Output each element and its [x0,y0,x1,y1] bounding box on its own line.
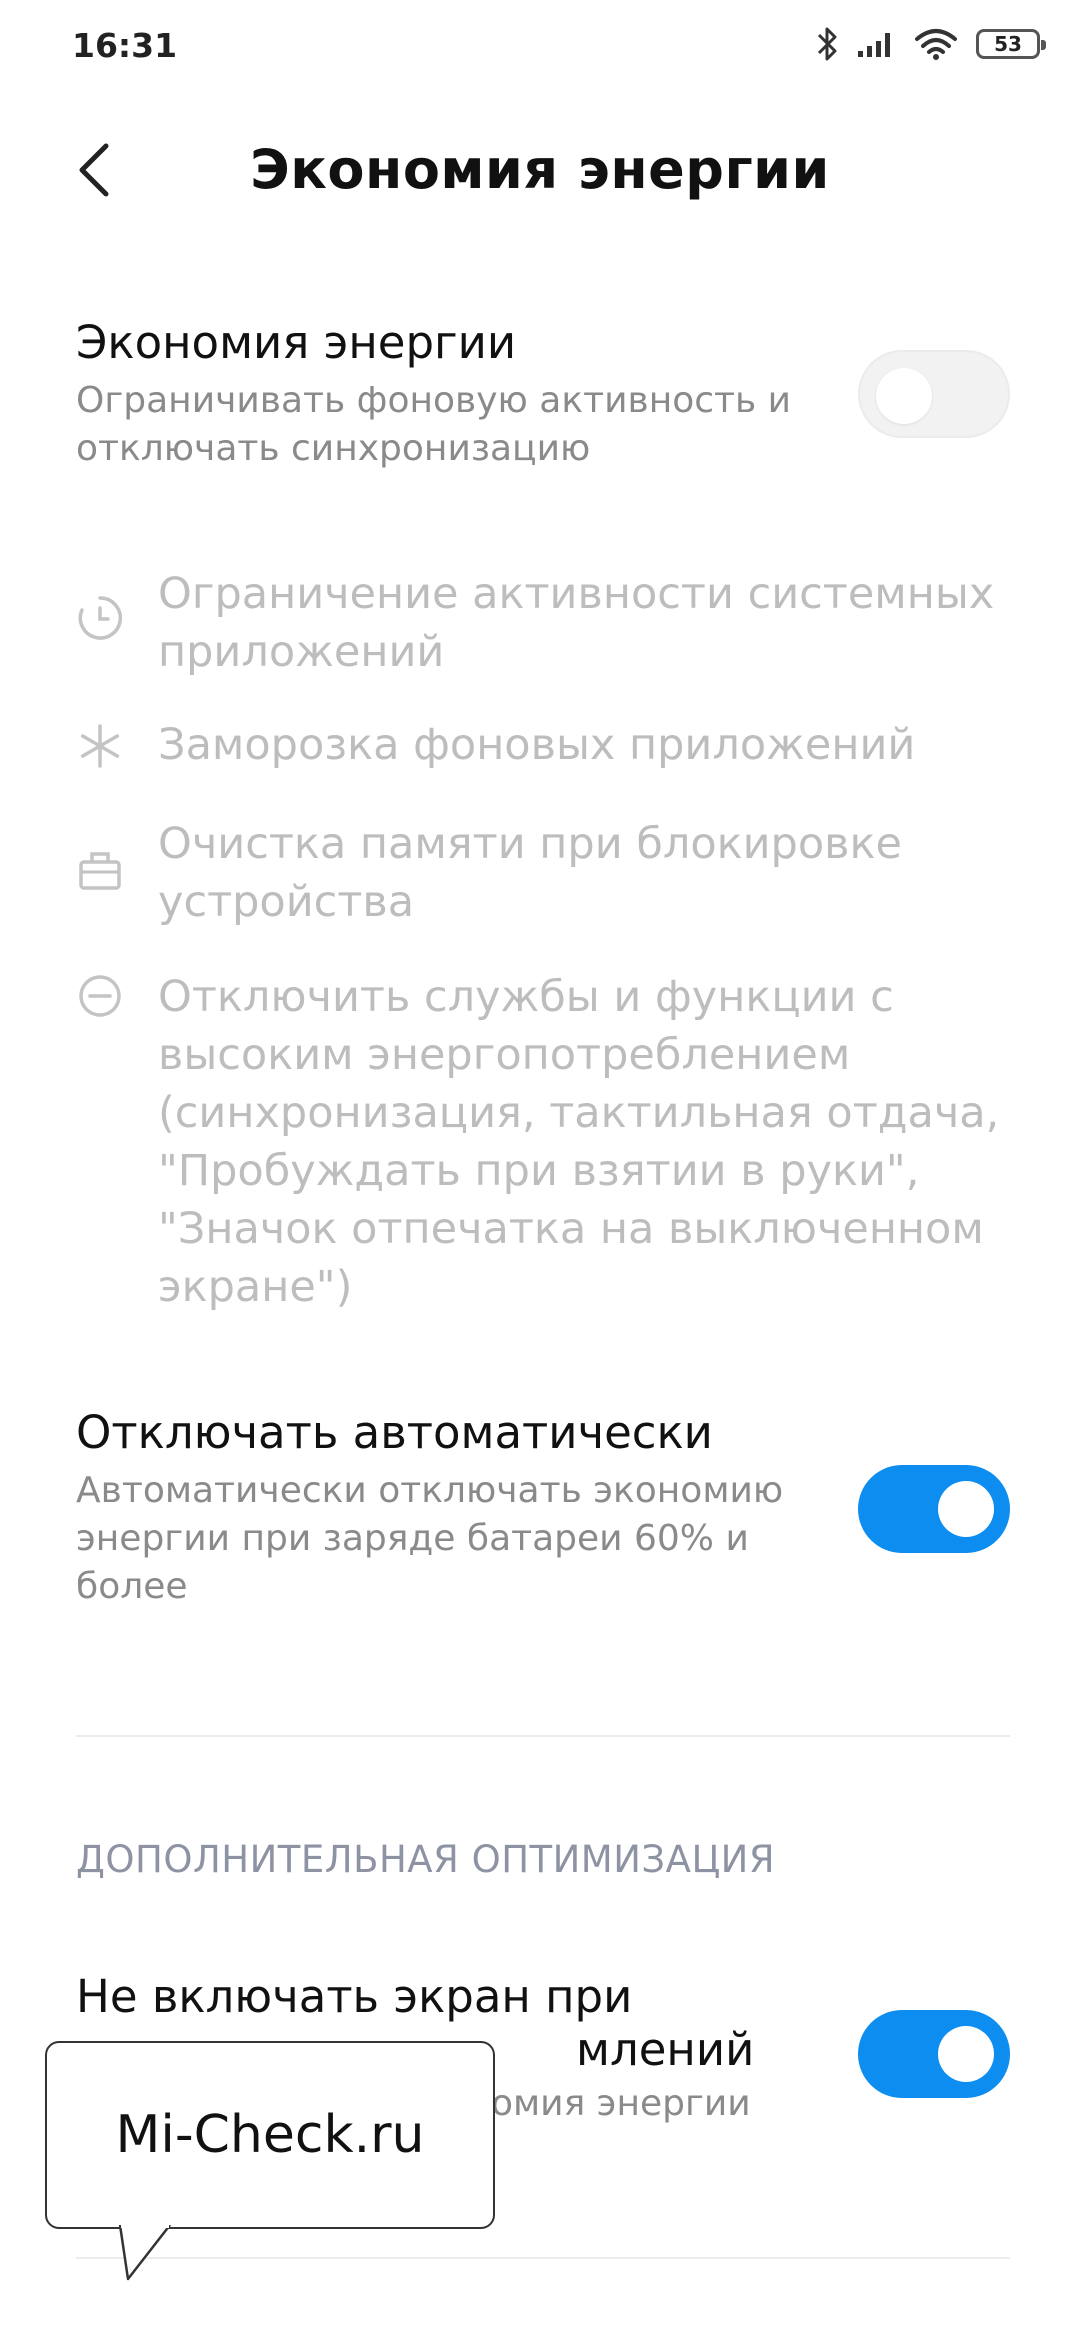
feature-line: "Пробуждать при взятии в руки", [158,1146,920,1196]
setting-title: Отключать автоматически [76,1406,713,1459]
feature-line: "Значок отпечатка на выключенном [158,1204,984,1254]
clock-icon [78,596,123,640]
status-icons: 53 [816,26,1046,62]
power-saving-toggle[interactable] [858,350,1010,438]
toggle-knob [876,368,932,424]
divider [76,2257,1010,2259]
watermark-bubble: Mi-Check.ru [45,2041,495,2229]
wifi-icon [915,29,957,60]
setting-auto-disable[interactable]: Отключать автоматически Автоматически от… [76,1406,856,1611]
feature-line: Отключить службы и функции с [158,972,894,1022]
auto-disable-toggle[interactable] [858,1465,1010,1553]
feature-item: Очистка памяти при блокировке устройства [158,815,1018,931]
feature-line: устройства [158,877,415,927]
desc-line: Ограничивать фоновую активность и [76,380,792,421]
minus-circle-icon [79,975,121,1017]
setting-description: Ограничивать фоновую активность и отключ… [76,377,856,473]
feature-item: Заморозка фоновых приложений [158,716,1018,774]
status-time: 16:31 [72,26,178,65]
divider [76,1735,1010,1737]
signal-icon [858,33,890,57]
feature-line: экране") [158,1262,353,1312]
feature-item: Ограничение активности системных приложе… [158,565,1018,681]
feature-line: Очистка памяти при блокировке [158,819,902,869]
feature-line: Заморозка фоновых приложений [158,720,916,770]
feature-line: Ограничение активности системных [158,569,995,619]
setting-description: Автоматически отключать экономию энергии… [76,1467,856,1611]
setting-title: Экономия энергии [76,316,517,369]
screen-on-toggle[interactable] [858,2010,1010,2098]
setting-title: Не включать экран при [76,1970,633,2023]
feature-line: приложений [158,627,445,677]
desc-line: энергии при заряде батареи 60% и [76,1518,749,1559]
bluetooth-icon [817,27,837,61]
setting-power-saving[interactable]: Экономия энергии Ограничивать фоновую ак… [76,316,856,473]
desc-line: Автоматически отключать экономию [76,1470,784,1511]
toggle-knob [938,2026,994,2082]
section-header: ДОПОЛНИТЕЛЬНАЯ ОПТИМИЗАЦИЯ [76,1838,776,1881]
briefcase-icon [79,852,121,890]
battery-indicator: 53 [976,29,1046,59]
page-title: Экономия энергии [250,138,830,201]
feature-item: Отключить службы и функции с высоким эне… [158,968,1018,1316]
desc-line: более [76,1566,188,1607]
feature-line: (синхронизация, тактильная отдача, [158,1088,1000,1138]
bubble-tail [118,2225,171,2281]
watermark-text: Mi-Check.ru [115,2105,425,2165]
toggle-knob [938,1481,994,1537]
desc-line: отключать синхронизацию [76,428,591,469]
snowflake-icon [80,724,120,768]
feature-line: высоким энергопотреблением [158,1030,851,1080]
